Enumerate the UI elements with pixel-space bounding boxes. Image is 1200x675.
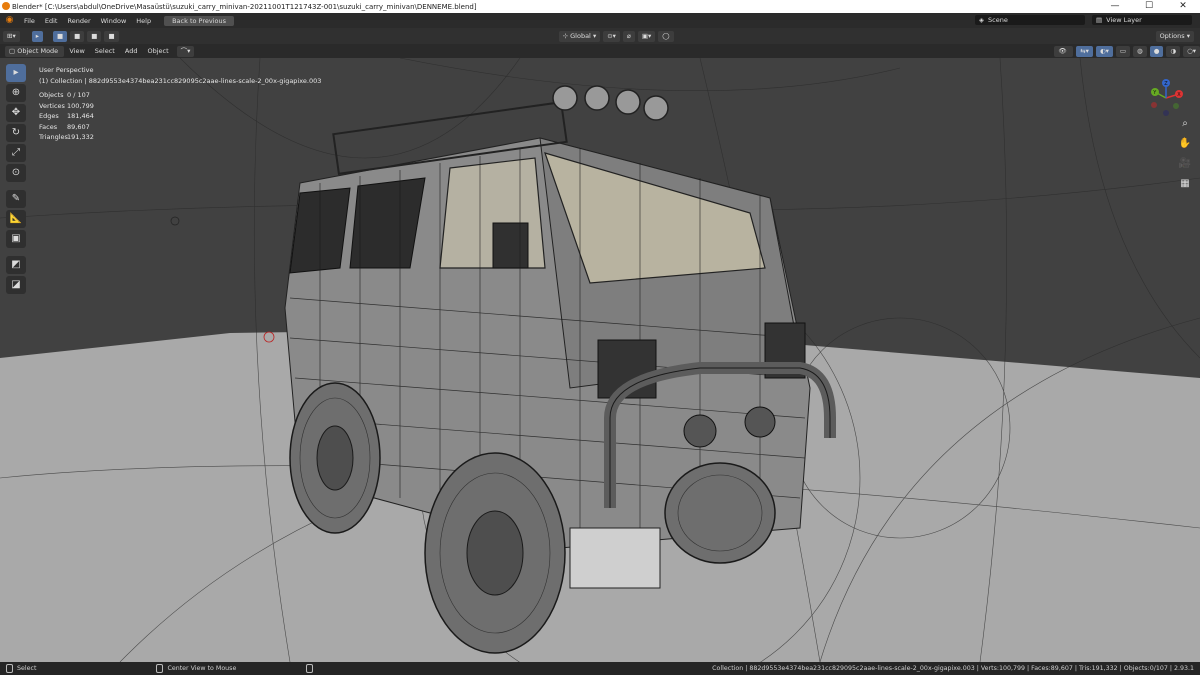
rendered-shading-button[interactable]: ○▾ — [1183, 45, 1200, 57]
menu-view[interactable]: View — [64, 47, 89, 55]
curve-dropdown[interactable]: ⌒▾ — [176, 45, 195, 57]
menu-window[interactable]: Window — [96, 17, 132, 25]
select-mode-extend-button[interactable]: ■ — [70, 30, 85, 42]
add-cube-tool-icon[interactable]: ▣ — [6, 230, 26, 248]
cursor-tool-icon[interactable]: ⊕ — [6, 84, 26, 102]
select-mode-new-button[interactable]: ■ — [52, 30, 68, 42]
3d-viewport[interactable] — [0, 58, 1200, 662]
options-dropdown[interactable]: Options ▾ — [1155, 30, 1194, 42]
stat-faces: Faces 89,607 — [39, 122, 90, 131]
close-button[interactable]: ✕ — [1166, 0, 1200, 13]
scale-tool-icon[interactable]: ⤢ — [6, 144, 26, 162]
wireframe-shading-button[interactable]: ◍ — [1133, 45, 1147, 57]
view-layer-name: View Layer — [1106, 16, 1142, 24]
snap-target-dropdown[interactable]: ▣▾ — [637, 30, 656, 42]
stat-vertices: Vertices 100,799 — [39, 101, 94, 110]
top-menubar: ◉ File Edit Render Window Help Back to P… — [0, 13, 1200, 28]
view-object-types-dropdown[interactable]: 👁▾ — [1054, 45, 1074, 64]
view-perspective-label: User Perspective — [39, 66, 94, 74]
viewport-scene — [0, 58, 1200, 662]
pivot-dropdown[interactable]: ⊙▾ — [603, 30, 620, 42]
object-mode-dropdown[interactable]: ▢ Object Mode ▾ — [5, 45, 65, 64]
viewport-header: ▢ Object Mode ▾ View Select Add Object ⌒… — [0, 44, 1200, 64]
status-select-hint: Select — [17, 665, 37, 672]
scene-name: Scene — [988, 16, 1008, 24]
scene-icon: ◈ — [979, 16, 984, 24]
window-titlebar: Blender* [C:\Users\abdul\OneDrive\Masaüs… — [0, 0, 1200, 13]
view-layer-selector[interactable]: ▤ View Layer — [1092, 15, 1192, 25]
left-toolbar: ▸ ⊕ ✥ ↻ ⤢ ⊙ ✎ 📐 ▣ ◩ ◪ — [5, 64, 27, 296]
status-bar: Select Center View to Mouse Collection |… — [0, 662, 1200, 675]
stat-objects: Objects 0 / 107 — [39, 91, 90, 99]
view-layer-icon: ▤ — [1096, 16, 1103, 24]
gizmo-neg-y-icon[interactable] — [1173, 103, 1179, 109]
mouse-right-icon — [306, 664, 314, 673]
gizmo-neg-x-icon[interactable] — [1151, 102, 1157, 108]
menu-object[interactable]: Object — [142, 47, 173, 55]
pan-hand-icon[interactable]: ✋ — [1177, 136, 1193, 152]
annotate-tool-icon[interactable]: ✎ — [6, 190, 26, 208]
measure-tool-icon[interactable]: 📐 — [6, 210, 26, 228]
menu-select[interactable]: Select — [90, 47, 120, 55]
material-shading-button[interactable]: ◑ — [1166, 45, 1181, 57]
perspective-grid-icon[interactable]: ▦ — [1177, 176, 1193, 192]
mouse-middle-icon — [156, 664, 164, 673]
blender-logo-icon — [2, 2, 10, 10]
menu-render[interactable]: Render — [62, 17, 95, 25]
back-to-previous-button[interactable]: Back to Previous — [164, 15, 235, 26]
scene-selector[interactable]: ◈ Scene — [975, 15, 1085, 25]
camera-view-icon[interactable]: 🎥 — [1177, 156, 1193, 172]
status-scene-info: Collection | 882d9553e4374bea231cc829095… — [712, 665, 1194, 672]
gizmo-neg-z-icon[interactable] — [1163, 110, 1169, 116]
select-box-tool-button[interactable]: ▸ — [31, 30, 43, 42]
maximize-button[interactable]: ☐ — [1132, 0, 1166, 13]
gizmo-x-label: X — [1177, 92, 1181, 98]
window-title: Blender* [C:\Users\abdul\OneDrive\Masaüs… — [12, 2, 477, 11]
overlay-toggle[interactable]: ◐▾ — [1095, 45, 1113, 57]
window-controls: — ☐ ✕ — [1098, 0, 1200, 13]
select-mode-invert-button[interactable]: ■ — [104, 30, 119, 42]
transform-tool-icon[interactable]: ⊙ — [6, 164, 26, 182]
active-collection-label: (1) Collection | 882d9553e4374bea231cc82… — [39, 76, 322, 85]
solid-shading-button[interactable]: ● — [1149, 45, 1164, 57]
viewport-stats-overlay: User Perspective (1) Collection | 882d95… — [39, 65, 321, 143]
minimize-button[interactable]: — — [1098, 0, 1132, 13]
gizmo-z-label: Z — [1164, 81, 1168, 87]
stat-triangles: Triangles 191,332 — [39, 133, 94, 141]
xray-toggle[interactable]: ▭ — [1115, 45, 1131, 57]
snap-toggle[interactable]: ⌀ — [622, 30, 635, 42]
menu-help[interactable]: Help — [131, 17, 156, 25]
move-tool-icon[interactable]: ✥ — [6, 104, 26, 122]
blender-menu-icon[interactable]: ◉ — [4, 15, 15, 26]
zoom-icon[interactable]: ⌕ — [1177, 116, 1193, 132]
select-tool-icon[interactable]: ▸ — [6, 64, 26, 82]
object-mode-icon: ▢ — [9, 46, 18, 55]
mouse-left-icon — [6, 664, 13, 673]
gizmo-toggle[interactable]: ⇆▾ — [1076, 45, 1093, 57]
proportional-edit-toggle[interactable]: ◯ — [658, 30, 674, 42]
transform-edit-tool-icon[interactable]: ◪ — [6, 276, 26, 294]
orientation-dropdown[interactable]: ⊹ Global ▾ — [558, 30, 601, 42]
menu-file[interactable]: File — [19, 17, 40, 25]
orientation-icon: ⊹ — [562, 31, 571, 40]
navigation-gizmo[interactable]: X Y Z — [1146, 78, 1186, 118]
editor-type-button[interactable]: ⊞▾ — [3, 30, 20, 42]
menu-add[interactable]: Add — [120, 47, 143, 55]
stat-edges: Edges 181,464 — [39, 112, 94, 120]
rotate-tool-icon[interactable]: ↻ — [6, 124, 26, 142]
viewport-nav-tools: ⌕ ✋ 🎥 ▦ — [1177, 116, 1193, 192]
tool-header: ⊞▾ ▸ ■ ■ ■ ■ ⊹ Global ▾ ⊙▾ ⌀ ▣▾ ◯ Option… — [0, 28, 1200, 44]
status-center-view-hint: Center View to Mouse — [167, 665, 237, 672]
menu-edit[interactable]: Edit — [40, 17, 63, 25]
select-mode-subtract-button[interactable]: ■ — [87, 30, 102, 42]
shear-tool-icon[interactable]: ◩ — [6, 256, 26, 274]
